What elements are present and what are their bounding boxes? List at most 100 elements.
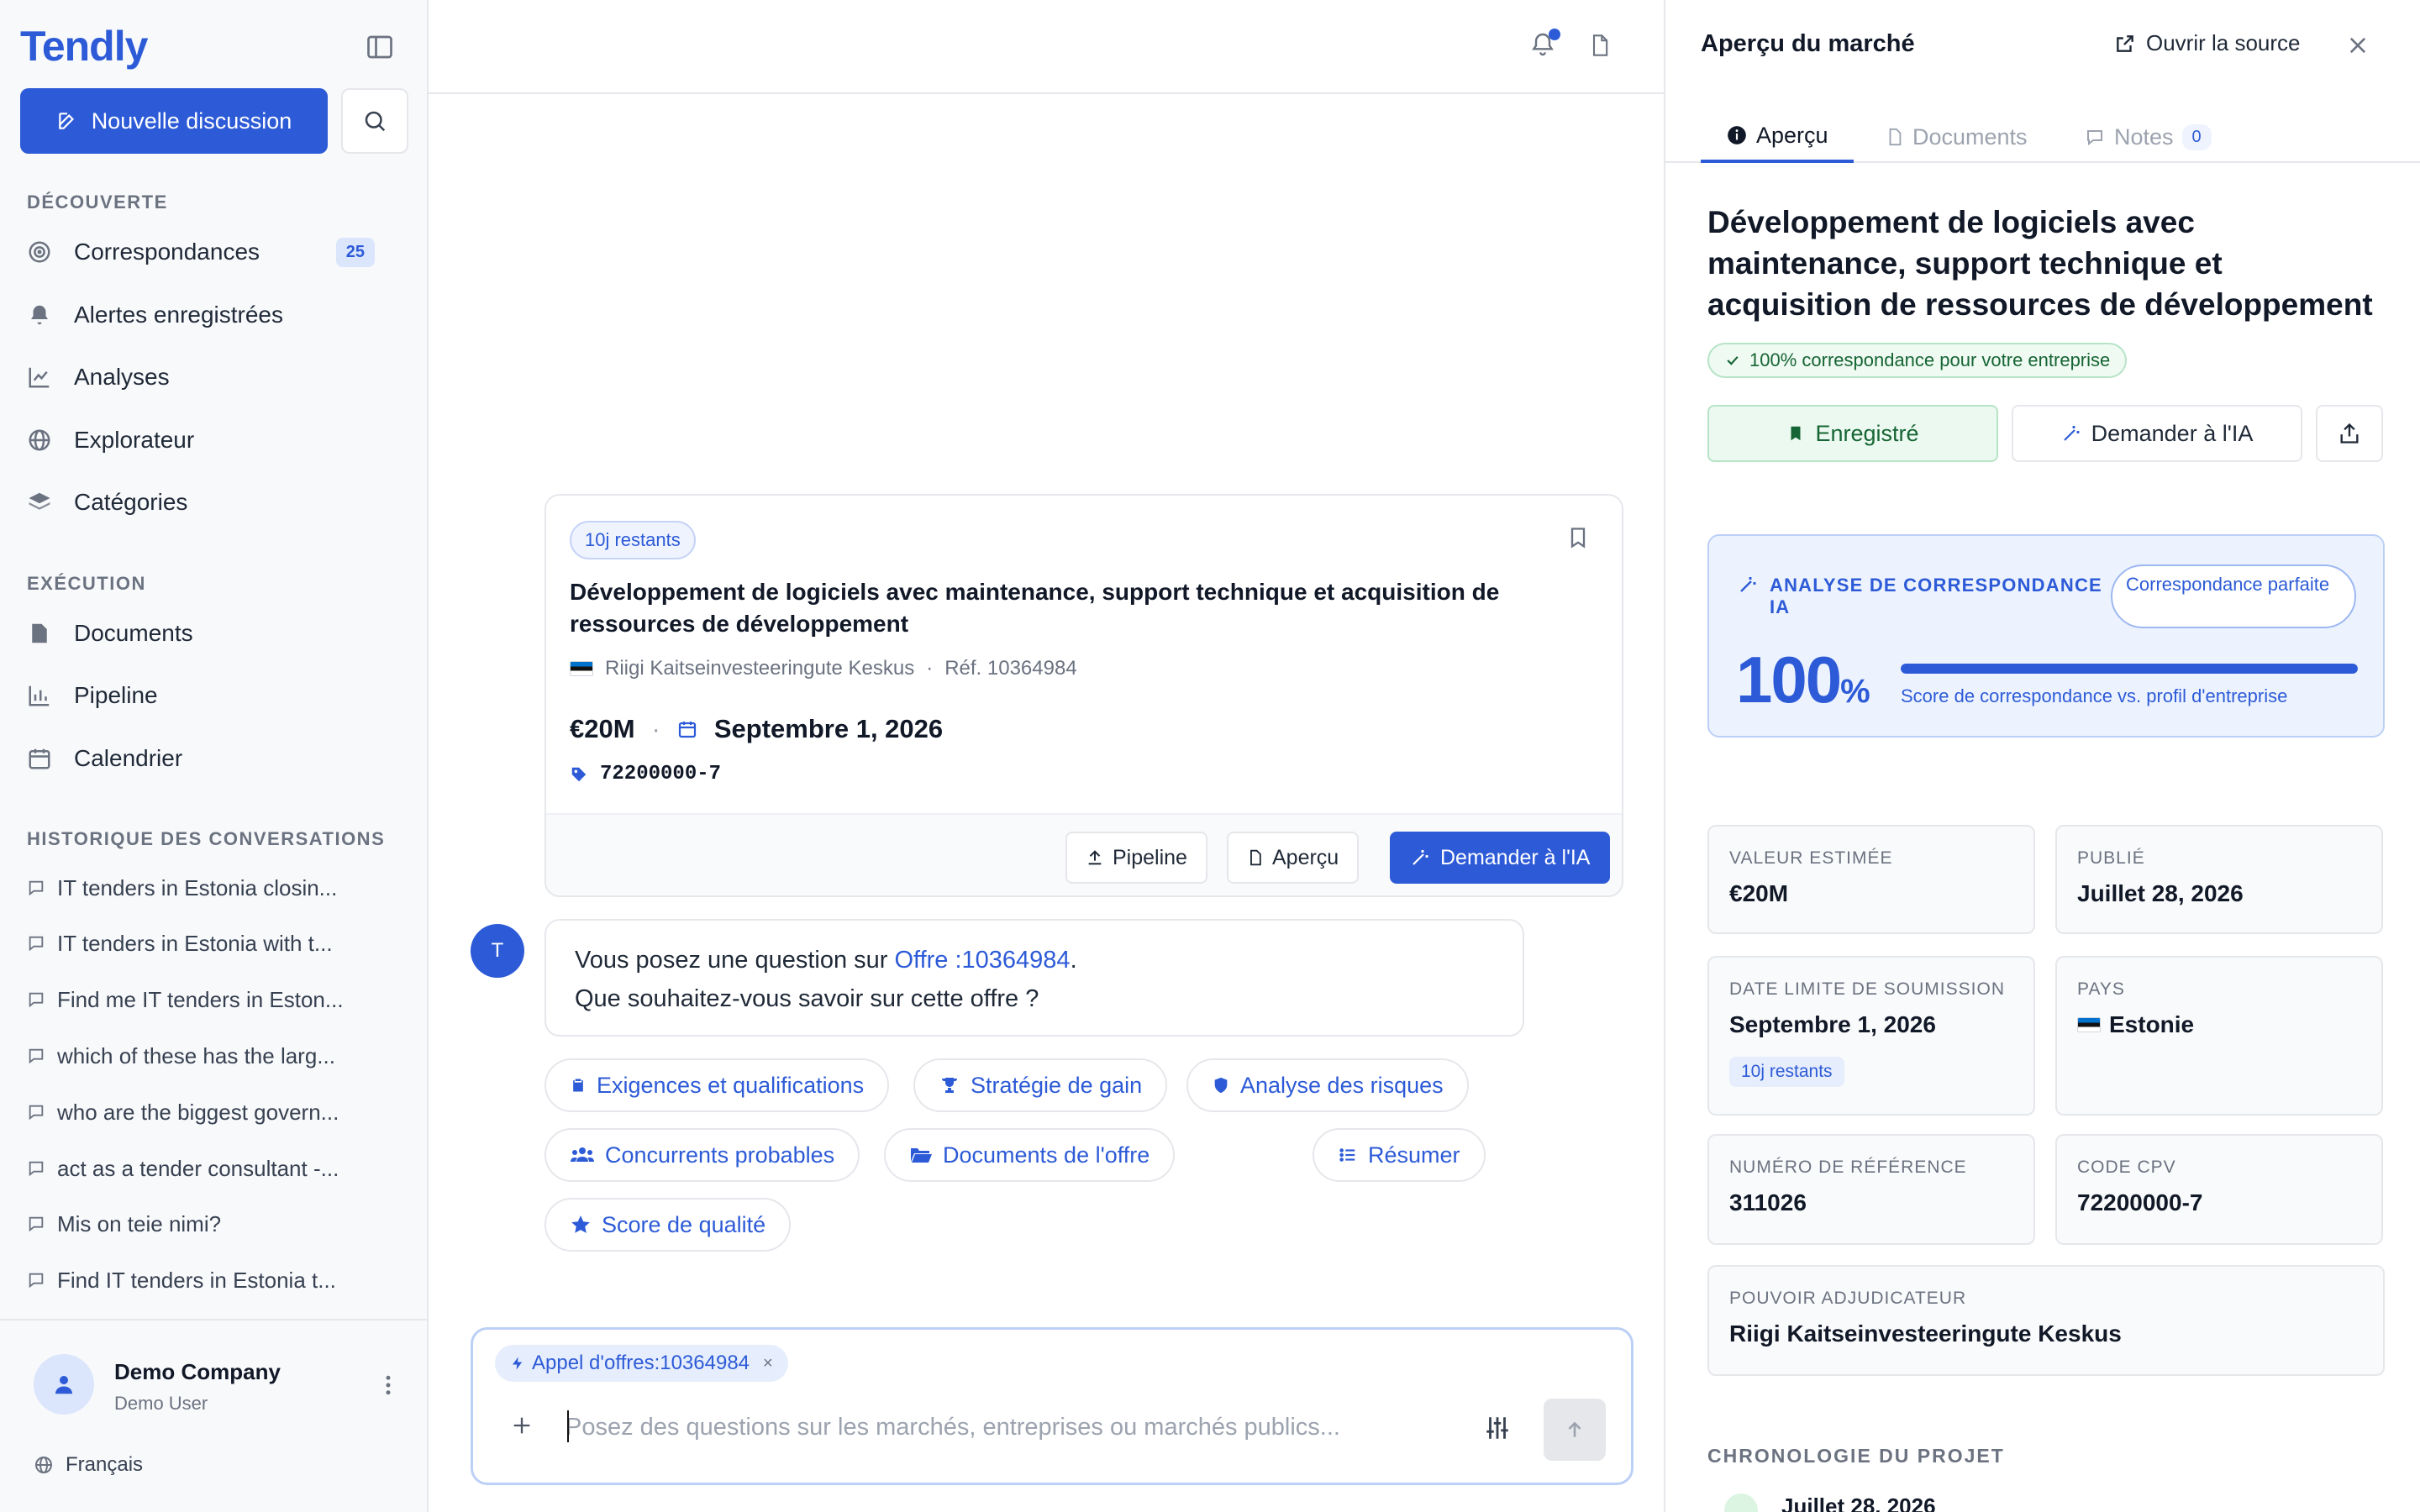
sidebar-item-matches[interactable]: Correspondances 25: [27, 227, 402, 277]
tab-documents[interactable]: Documents: [1886, 111, 2028, 163]
new-chat-button[interactable]: Nouvelle discussion: [20, 88, 328, 154]
history-item[interactable]: act as a tender consultant -...: [27, 1147, 380, 1189]
history-item-label: act as a tender consultant -...: [57, 1155, 339, 1181]
user-footer: Demo Company Demo User Français: [0, 1319, 427, 1512]
pipeline-button-label: Pipeline: [1113, 845, 1187, 869]
suggestion-win-strategy[interactable]: Stratégie de gain: [913, 1058, 1168, 1112]
close-icon[interactable]: [2346, 34, 2370, 57]
tab-label: Aperçu: [1756, 122, 1828, 148]
tab-notes[interactable]: Notes 0: [2084, 111, 2212, 163]
suggestion-label: Résumer: [1368, 1142, 1460, 1168]
open-source-link[interactable]: Ouvrir la source: [2114, 30, 2301, 56]
remove-chip-icon[interactable]: ×: [763, 1354, 773, 1373]
settings-sliders-icon[interactable]: [1483, 1414, 1512, 1442]
external-link-icon: [2114, 33, 2136, 55]
days-left-badge: 10j restants: [570, 521, 696, 559]
document-icon[interactable]: [1588, 32, 1612, 59]
ask-ai-button[interactable]: Demander à l'IA: [1390, 832, 1611, 884]
send-button[interactable]: [1544, 1399, 1606, 1461]
pipeline-button[interactable]: Pipeline: [1065, 832, 1207, 884]
history-item[interactable]: IT tenders in Estonia with t...: [27, 922, 380, 964]
message-line-2: Que souhaitez-vous savoir sur cette offr…: [575, 985, 1039, 1012]
history-item[interactable]: Find IT tenders in Estonia t...: [27, 1259, 380, 1301]
suggestion-quality-score[interactable]: Score de qualité: [544, 1198, 792, 1252]
language-label: Français: [66, 1453, 144, 1476]
attach-plus-icon[interactable]: [510, 1414, 534, 1437]
tender-value-row: €20M · Septembre 1, 2026: [570, 714, 943, 744]
layers-icon: [27, 490, 52, 515]
fact-value: 311026: [1729, 1189, 1807, 1215]
bookmark-icon[interactable]: [1566, 524, 1590, 551]
upload-icon: [1086, 848, 1104, 867]
history-item-label: Find me IT tenders in Eston...: [57, 986, 344, 1012]
offer-link[interactable]: Offre :10364984: [894, 947, 1070, 974]
globe-icon: [27, 428, 52, 453]
suggestion-risk-analysis[interactable]: Analyse des risques: [1186, 1058, 1469, 1112]
globe-icon: [34, 1455, 54, 1475]
suggestion-competitors[interactable]: Concurrents probables: [544, 1128, 860, 1182]
match-badge-label: 100% correspondance pour votre entrepris…: [1749, 349, 2111, 370]
timeline-heading: CHRONOLOGIE DU PROJET: [1707, 1445, 2005, 1467]
search-icon: [362, 108, 387, 134]
suggestion-offer-documents[interactable]: Documents de l'offre: [884, 1128, 1176, 1182]
chart-line-icon: [27, 365, 52, 390]
sidebar-item-analyses[interactable]: Analyses: [27, 352, 402, 402]
history-item[interactable]: Find me IT tenders in Eston...: [27, 979, 380, 1021]
more-options-icon[interactable]: [383, 1373, 393, 1398]
context-chip[interactable]: Appel d'offres:10364984 ×: [495, 1345, 788, 1382]
preview-button[interactable]: Aperçu: [1227, 832, 1360, 884]
history-item[interactable]: who are the biggest govern...: [27, 1091, 380, 1133]
fact-value: Juillet 28, 2026: [2077, 880, 2244, 906]
timeline-megaphone-icon: [1724, 1494, 1758, 1512]
section-heading-discovery: DÉCOUVERTE: [27, 192, 168, 213]
fact-value: Estonie: [2109, 1011, 2195, 1037]
edit-icon: [56, 110, 78, 132]
sidebar-item-label: Catégories: [74, 489, 188, 515]
fact-country-value: Estonie: [2077, 1011, 2361, 1038]
ask-ai-button-label: Demander à l'IA: [1440, 845, 1591, 869]
history-item[interactable]: which of these has the larg...: [27, 1035, 380, 1077]
sidebar-item-categories[interactable]: Catégories: [27, 477, 402, 528]
section-heading-history: HISTORIQUE DES CONVERSATIONS: [27, 828, 386, 849]
chat-bubble-icon: [27, 1159, 45, 1178]
tender-title[interactable]: Développement de logiciels avec maintena…: [570, 576, 1561, 640]
preview-button-label: Aperçu: [1272, 845, 1339, 869]
tender-meta: Riigi Kaitseinvesteeringute Keskus · Réf…: [570, 657, 1077, 680]
ai-match-analysis: ANALYSE DE CORRESPONDANCE IA Corresponda…: [1707, 534, 2385, 738]
history-item[interactable]: IT tenders in Estonia closin...: [27, 867, 380, 909]
avatar[interactable]: [34, 1354, 94, 1415]
trophy-icon: [939, 1075, 960, 1095]
tab-overview[interactable]: Aperçu: [1701, 111, 1854, 163]
fact-label: CODE CPV: [2077, 1158, 2176, 1177]
app-logo[interactable]: Tendly: [20, 22, 148, 71]
panel-ask-ai-button[interactable]: Demander à l'IA: [2012, 405, 2302, 462]
language-selector[interactable]: Français: [34, 1453, 143, 1477]
chat-input[interactable]: [566, 1405, 1406, 1449]
suggestion-label: Stratégie de gain: [971, 1072, 1143, 1098]
share-button[interactable]: [2316, 405, 2383, 462]
saved-button[interactable]: Enregistré: [1707, 405, 1998, 462]
meta-separator: ·: [926, 657, 934, 680]
sidebar-item-documents[interactable]: Documents: [27, 608, 402, 659]
sidebar-item-explorer[interactable]: Explorateur: [27, 415, 402, 465]
history-item[interactable]: Mis on teie nimi?: [27, 1203, 380, 1245]
search-button[interactable]: [341, 88, 408, 154]
fact-deadline: DATE LIMITE DE SOUMISSION Septembre 1, 2…: [1707, 956, 2035, 1116]
message-line-1: Vous posez une question sur Offre :10364…: [575, 941, 1494, 979]
suggestion-requirements[interactable]: Exigences et qualifications: [544, 1058, 890, 1112]
sidebar-item-pipeline[interactable]: Pipeline: [27, 670, 402, 721]
fact-label: NUMÉRO DE RÉFÉRENCE: [1729, 1158, 1967, 1177]
bar-chart-icon: [27, 683, 52, 708]
sidebar-toggle-icon[interactable]: [365, 32, 395, 62]
match-score: 100%: [1736, 642, 1870, 718]
sidebar-item-saved-alerts[interactable]: Alertes enregistrées: [27, 290, 402, 340]
perfect-match-pill: Correspondance parfaite: [2111, 564, 2356, 628]
suggestion-summary[interactable]: Résumer: [1313, 1128, 1486, 1182]
sidebar-item-calendar[interactable]: Calendrier: [27, 733, 402, 784]
estonia-flag-icon: [570, 661, 593, 676]
fact-value: €20M: [1729, 880, 1789, 906]
share-icon: [2338, 422, 2361, 445]
users-icon: [570, 1145, 595, 1165]
fact-country: PAYS Estonie: [2055, 956, 2383, 1116]
suggestion-label: Score de qualité: [602, 1211, 766, 1237]
